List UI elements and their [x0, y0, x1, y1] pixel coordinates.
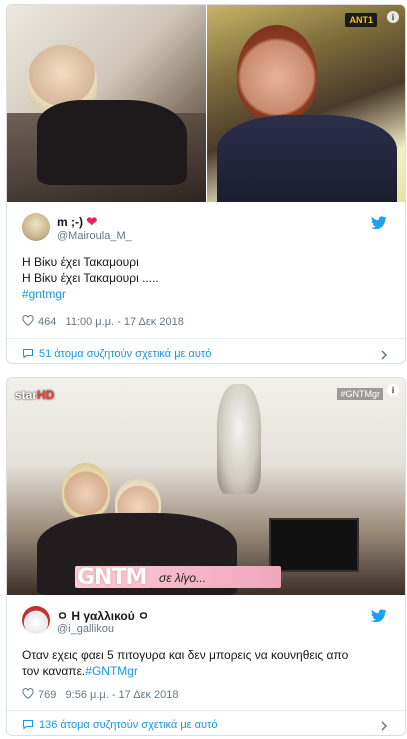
timestamp[interactable]: 9:56 μ.μ. - 17 Δεκ 2018 — [66, 689, 179, 701]
vase — [217, 384, 261, 494]
channel-logo: starHD — [15, 388, 54, 402]
channel-logo-suffix: HD — [37, 388, 55, 402]
photo-woman-in-bed: ΑΝΤ1 i — [207, 5, 405, 202]
chevron-right-icon[interactable] — [379, 721, 389, 731]
display-name[interactable]: ㅇ Η γαλλικού ㅇ — [57, 607, 149, 624]
tweet-card[interactable]: starHD #GNTMgr i GNTM σε λίγο... ㅇ Η γαλ… — [6, 377, 406, 736]
speech-bubble-icon — [23, 720, 33, 730]
conversation-text: 136 άτομα συζητούν σχετικά με αυτό — [39, 719, 218, 731]
photo-women-on-sofa: starHD #GNTMgr i GNTM σε λίγο... — [7, 378, 405, 595]
avatar[interactable] — [22, 213, 50, 241]
divider — [7, 338, 405, 339]
tweet-card[interactable]: ΑΝΤ1 i m ;-) ❤ @Mairoula_M_ Η Βίκυ έχει … — [6, 4, 406, 364]
timestamp[interactable]: 11:00 μ.μ. - 17 Δεκ 2018 — [66, 316, 184, 328]
tweet-meta: 464 11:00 μ.μ. - 17 Δεκ 2018 — [22, 315, 184, 328]
woman-figure — [237, 25, 317, 120]
tweet-media[interactable]: starHD #GNTMgr i GNTM σε λίγο... — [7, 378, 405, 595]
conversation-link[interactable]: 136 άτομα συζητούν σχετικά με αυτό — [22, 719, 217, 731]
woman-body — [37, 100, 187, 185]
woman-body — [217, 115, 397, 202]
like-count[interactable]: 464 — [38, 316, 56, 328]
tweet-text-line: Η Βίκυ έχει Τακαμουρι — [22, 255, 139, 269]
display-name[interactable]: m ;-) ❤ — [57, 214, 97, 230]
heart-icon[interactable] — [22, 315, 34, 326]
channel-logo-text: star — [15, 388, 38, 402]
info-icon[interactable]: i — [387, 11, 399, 23]
channel-logo: ΑΝΤ1 — [345, 13, 377, 27]
heart-emoji-icon: ❤ — [86, 214, 98, 229]
tv-screen — [269, 518, 359, 572]
channel-hashtag-overlay: #GNTMgr — [337, 388, 383, 400]
banner-text: σε λίγο... — [159, 571, 207, 585]
divider — [7, 710, 405, 711]
tweet-text: Η Βίκυ έχει Τακαμουρι Η Βίκυ έχει Τακαμο… — [22, 254, 392, 302]
tweet-text-line: τον καναπε.#GNTMgr — [22, 663, 392, 679]
conversation-text: 51 άτομα συζητούν σχετικά με αυτό — [39, 348, 212, 360]
twitter-bird-icon[interactable] — [371, 609, 387, 623]
display-name-text: m ;-) — [57, 215, 83, 229]
twitter-bird-icon[interactable] — [371, 216, 387, 230]
tweet-meta: 769 9:56 μ.μ. - 17 Δεκ 2018 — [22, 688, 179, 701]
user-handle[interactable]: @i_gallikou — [57, 623, 114, 635]
conversation-link[interactable]: 51 άτομα συζητούν σχετικά με αυτό — [22, 348, 211, 360]
user-handle[interactable]: @Mairoula_M_ — [57, 230, 132, 242]
tweet-text-line: Η Βίκυ έχει Τακαμουρι ..... — [22, 271, 159, 285]
hashtag-link[interactable]: #gntmgr — [22, 286, 392, 302]
chevron-right-icon[interactable] — [379, 350, 389, 360]
photo-woman-on-sofa — [7, 5, 206, 202]
hashtag-link[interactable]: #GNTMgr — [85, 664, 138, 678]
like-count[interactable]: 769 — [38, 689, 56, 701]
heart-icon[interactable] — [22, 688, 34, 699]
woman-figure — [62, 463, 110, 518]
tweet-text: Οταν εχεις φαει 5 πιτογυρα και δεν μπορε… — [22, 647, 392, 679]
speech-bubble-icon — [23, 349, 33, 359]
info-icon[interactable]: i — [387, 384, 399, 396]
avatar[interactable] — [22, 606, 50, 634]
tweet-text-part: τον καναπε. — [22, 664, 86, 678]
banner-title: GNTM — [77, 565, 147, 590]
tweet-media[interactable]: ΑΝΤ1 i — [7, 5, 405, 202]
tweet-text-line: Οταν εχεις φαει 5 πιτογυρα και δεν μπορε… — [22, 648, 349, 662]
